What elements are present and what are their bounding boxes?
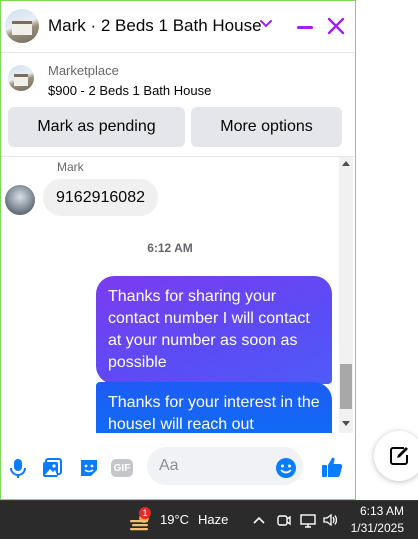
emoji-icon[interactable] [275,457,297,479]
sender-name: Mark [57,160,84,174]
composer-bar: GIF [1,433,355,499]
conversation-title[interactable]: Mark · 2 Beds 1 Bath House [48,16,262,36]
outgoing-message[interactable]: Thanks for sharing your contact number I… [96,276,332,384]
sender-avatar[interactable] [5,185,35,215]
weather-temperature[interactable]: 19°C [160,512,189,527]
more-options-button[interactable]: More options [191,107,342,147]
photo-icon[interactable] [41,457,63,479]
scroll-down-arrow-icon[interactable] [342,421,350,426]
gif-icon[interactable]: GIF [111,459,133,477]
chevron-down-icon[interactable] [259,17,273,31]
sticker-icon[interactable] [78,457,100,479]
mark-as-pending-button[interactable]: Mark as pending [8,107,185,147]
taskbar: 1 19°C Haze 6:13 AM 1/31/2025 [0,500,418,539]
message-scrollbar[interactable] [339,157,353,433]
meet-now-icon[interactable] [276,511,292,529]
listing-thumbnail[interactable] [8,65,34,91]
new-message-button[interactable] [374,431,418,481]
microphone-icon[interactable] [7,457,29,479]
thumbs-up-icon[interactable] [320,455,344,479]
scrollbar-thumb[interactable] [340,364,352,409]
network-icon[interactable] [300,511,316,529]
chat-window: Mark · 2 Beds 1 Bath House Marketplace $… [0,0,356,500]
weather-badge: 1 [139,507,151,519]
minimize-icon[interactable] [297,26,313,29]
message-timestamp: 6:12 AM [147,241,193,255]
listing-title[interactable]: $900 - 2 Beds 1 Bath House [48,83,211,98]
clock-time[interactable]: 6:13 AM [360,504,404,518]
conversation-avatar[interactable] [5,9,39,43]
compose-icon [390,447,408,465]
weather-condition[interactable]: Haze [198,512,228,527]
incoming-message[interactable]: 9162916082 [43,179,158,216]
volume-icon[interactable] [322,511,338,529]
outgoing-message[interactable]: Thanks for your interest in the houseI w… [96,382,332,433]
clock-date[interactable]: 1/31/2025 [351,521,404,535]
close-icon[interactable] [326,16,346,36]
message-list[interactable]: Mark 9162916082 6:12 AM Thanks for shari… [1,157,339,433]
chat-header[interactable]: Mark · 2 Beds 1 Bath House [1,1,355,53]
scroll-up-arrow-icon[interactable] [342,161,350,166]
chevron-up-icon[interactable] [251,511,267,529]
marketplace-label: Marketplace [48,63,119,78]
